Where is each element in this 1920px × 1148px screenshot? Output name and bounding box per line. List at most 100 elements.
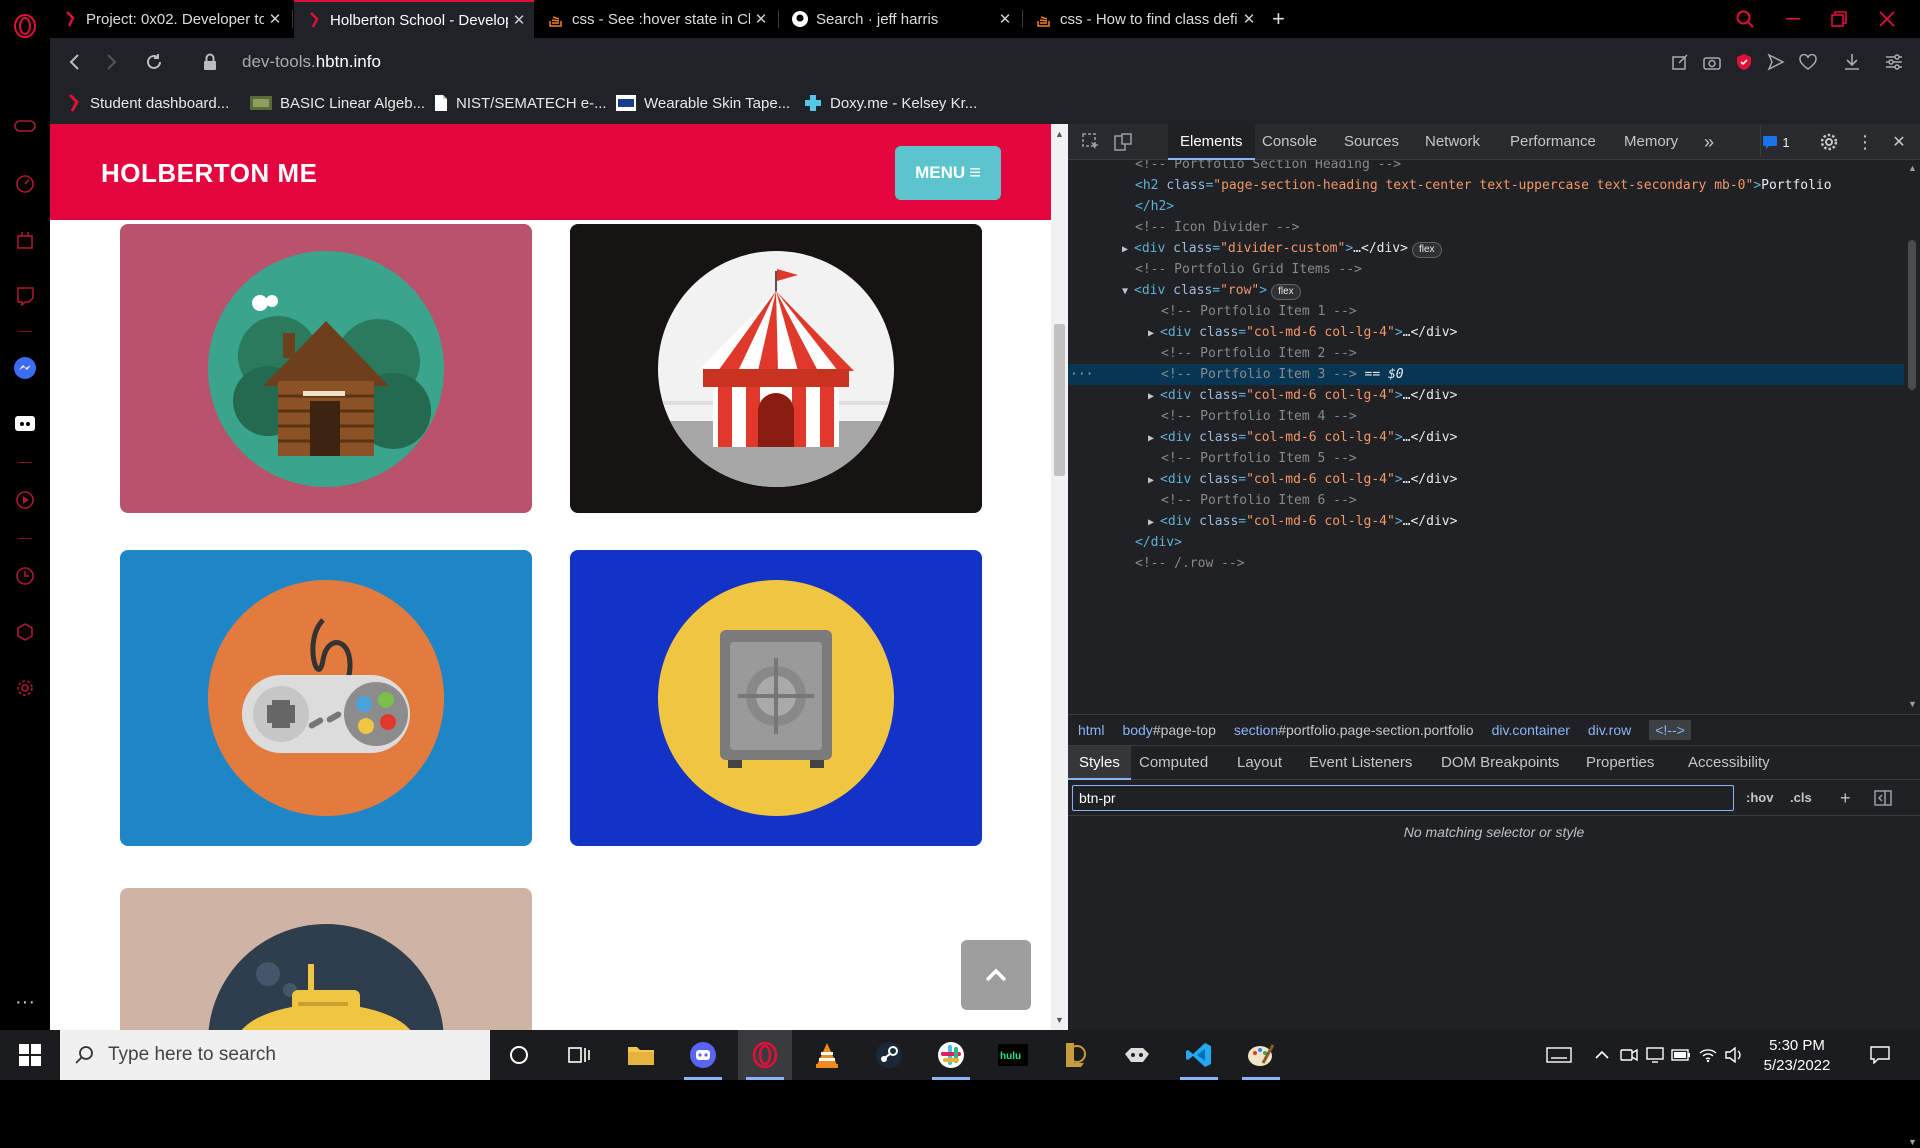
settings-gear-icon[interactable]	[11, 674, 39, 702]
tab-3[interactable]: Search · jeff harris ✕	[780, 0, 1020, 38]
bookmark-3[interactable]: Wearable Skin Tape...	[616, 94, 790, 112]
bookmark-2[interactable]: NIST/SEMATECH e-...	[434, 94, 607, 112]
league-of-legends-icon[interactable]	[1048, 1030, 1102, 1080]
tab-1-active[interactable]: Holberton School - Develop ✕	[294, 0, 534, 38]
portfolio-item-safe[interactable]	[570, 550, 982, 846]
tab-close-icon[interactable]: ✕	[264, 10, 286, 28]
styles-tab-layout[interactable]: Layout	[1226, 746, 1293, 780]
easy-setup-icon[interactable]	[1882, 50, 1906, 74]
dom-line[interactable]: ▶ <div class="col-md-6 col-lg-4">…</div>	[1068, 385, 1904, 406]
devtools-kebab-icon[interactable]: ⋮	[1854, 131, 1876, 153]
windows-start-icon[interactable]	[0, 1030, 60, 1080]
tab-close-icon[interactable]: ✕	[508, 11, 530, 29]
dom-line[interactable]: <h2 class="page-section-heading text-cen…	[1068, 175, 1904, 196]
devtools-tab-memory[interactable]: Memory	[1612, 124, 1690, 160]
styles-tab-dom-breakpoints[interactable]: DOM Breakpoints	[1430, 746, 1570, 780]
discord-taskbar-icon[interactable]	[676, 1030, 730, 1080]
dom-line[interactable]: <!-- Icon Divider -->	[1068, 217, 1904, 238]
dom-line[interactable]: <!-- Portfolio Section Heading -->	[1068, 160, 1904, 175]
inspect-element-icon[interactable]	[1080, 131, 1102, 153]
download-icon[interactable]	[1840, 50, 1864, 74]
volume-icon[interactable]	[1722, 1030, 1746, 1080]
dom-tree-scrollbar-thumb[interactable]	[1908, 240, 1916, 390]
hulu-icon[interactable]: hulu	[986, 1030, 1040, 1080]
taskbar-search[interactable]: Type here to search	[60, 1030, 490, 1080]
notifications-icon[interactable]	[1862, 1030, 1898, 1080]
scroll-up-arrow-icon[interactable]: ▲	[1054, 128, 1065, 140]
dom-line[interactable]: </div>	[1068, 532, 1904, 553]
expand-toggle-icon[interactable]: ▶	[1148, 470, 1160, 491]
breadcrumb-row[interactable]: div.row	[1588, 722, 1631, 738]
opera-logo-icon[interactable]	[11, 12, 39, 40]
heart-icon[interactable]	[1796, 50, 1820, 74]
restore-icon[interactable]	[1816, 0, 1862, 38]
portfolio-item-cabin[interactable]	[120, 224, 532, 513]
lock-icon[interactable]	[198, 50, 222, 74]
scroll-down-arrow-icon[interactable]: ▼	[1907, 698, 1918, 710]
dom-line[interactable]: ▼ <div class="row"> flex	[1068, 280, 1904, 301]
expand-toggle-icon[interactable]: ▶	[1148, 386, 1160, 407]
bookmark-1[interactable]: BASIC Linear Algeb...	[250, 94, 425, 112]
breadcrumb-html[interactable]: html	[1078, 722, 1104, 738]
devtools-tab-console[interactable]: Console	[1250, 124, 1329, 160]
styles-tab-styles[interactable]: Styles	[1068, 746, 1131, 780]
dom-line[interactable]: ▶ <div class="col-md-6 col-lg-4">…</div>	[1068, 511, 1904, 532]
device-toolbar-icon[interactable]	[1112, 131, 1134, 153]
styles-filter-input[interactable]	[1072, 785, 1734, 811]
more-dots-icon[interactable]: ···	[11, 988, 39, 1016]
discord-icon[interactable]	[11, 410, 39, 438]
styles-tab-event-listeners[interactable]: Event Listeners	[1298, 746, 1423, 780]
game-launcher-icon[interactable]	[1110, 1030, 1164, 1080]
breadcrumb-comment[interactable]: <!-->	[1649, 720, 1691, 740]
cortana-icon[interactable]	[492, 1030, 546, 1080]
send-icon[interactable]	[1764, 50, 1788, 74]
back-icon[interactable]	[62, 50, 86, 74]
dom-line[interactable]: ▶ <div class="divider-custom">…</div> flex	[1068, 238, 1904, 259]
styles-tab-properties[interactable]: Properties	[1575, 746, 1665, 780]
portfolio-item-submarine[interactable]	[120, 888, 532, 1030]
expand-toggle-icon[interactable]: ▼	[1122, 281, 1134, 302]
styles-tab-computed[interactable]: Computed	[1128, 746, 1219, 780]
expand-toggle-icon[interactable]: ▶	[1122, 239, 1134, 260]
styles-tab-accessibility[interactable]: Accessibility	[1677, 746, 1781, 780]
expand-toggle-icon[interactable]: ▶	[1148, 323, 1160, 344]
dom-line[interactable]: ▶ <div class="col-md-6 col-lg-4">…</div>	[1068, 469, 1904, 490]
devtools-tab-network[interactable]: Network	[1413, 124, 1492, 160]
adblock-shield-icon[interactable]	[1732, 50, 1756, 74]
flex-badge[interactable]: flex	[1271, 284, 1301, 300]
devtools-tab-performance[interactable]: Performance	[1498, 124, 1608, 160]
vlc-icon[interactable]	[800, 1030, 854, 1080]
menu-button[interactable]: MENU ≡	[895, 146, 1001, 200]
scroll-to-top-button[interactable]	[961, 940, 1031, 1010]
devtools-tab-sources[interactable]: Sources	[1332, 124, 1411, 160]
opera-gx-taskbar-icon[interactable]	[738, 1030, 792, 1080]
scroll-down-arrow-icon[interactable]: ▼	[1907, 1136, 1918, 1148]
dom-line-selected[interactable]: ··· <!-- Portfolio Item 3 --> == $0	[1068, 364, 1904, 385]
toggle-sidebar-icon[interactable]	[1874, 786, 1892, 810]
dom-line[interactable]: ▶ <div class="col-md-6 col-lg-4">…</div>	[1068, 322, 1904, 343]
new-tab-button[interactable]: +	[1268, 0, 1298, 38]
tab-2[interactable]: css - See :hover state in Ch ✕	[536, 0, 776, 38]
dom-line[interactable]: <!-- /.row -->	[1068, 553, 1904, 574]
tab-4[interactable]: css - How to find class defi ✕	[1024, 0, 1264, 38]
file-explorer-icon[interactable]	[614, 1030, 668, 1080]
hov-toggle[interactable]: :hov	[1746, 786, 1773, 810]
expand-toggle-icon[interactable]: ▶	[1148, 512, 1160, 533]
dom-line[interactable]: <!-- Portfolio Item 1 -->	[1068, 301, 1904, 322]
new-style-rule-icon[interactable]: +	[1840, 786, 1851, 810]
tab-close-icon[interactable]: ✕	[994, 10, 1016, 28]
speedometer-icon[interactable]	[11, 170, 39, 198]
gx-control-icon[interactable]	[11, 226, 39, 254]
tray-chevron-up-icon[interactable]	[1590, 1030, 1614, 1080]
steam-icon[interactable]	[862, 1030, 916, 1080]
tab-close-icon[interactable]: ✕	[750, 10, 772, 28]
flex-badge[interactable]: flex	[1411, 242, 1442, 258]
breadcrumb-container[interactable]: div.container	[1492, 722, 1570, 738]
camera-icon[interactable]	[1700, 50, 1724, 74]
minimize-icon[interactable]	[1770, 0, 1816, 38]
devtools-tab-elements[interactable]: Elements	[1168, 124, 1255, 160]
task-view-icon[interactable]	[552, 1030, 606, 1080]
elements-dom-tree[interactable]: <!-- Portfolio Section Heading --> <h2 cl…	[1068, 160, 1904, 714]
dom-line[interactable]: <!-- Portfolio Item 4 -->	[1068, 406, 1904, 427]
meet-now-icon[interactable]	[1618, 1030, 1640, 1080]
